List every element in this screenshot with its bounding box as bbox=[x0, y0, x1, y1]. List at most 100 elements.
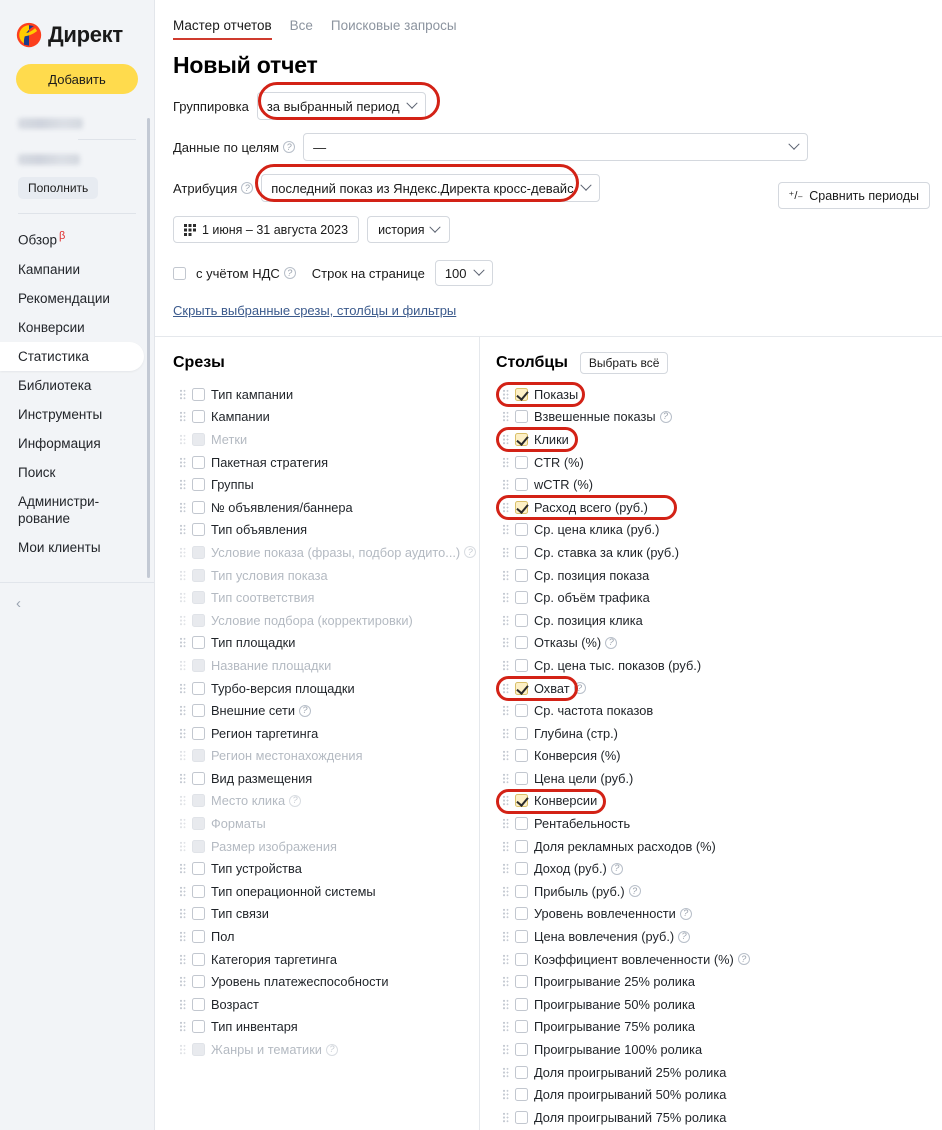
column-checkbox[interactable] bbox=[515, 523, 528, 537]
select-all-button[interactable]: Выбрать всё bbox=[579, 352, 669, 374]
drag-handle-icon[interactable] bbox=[179, 501, 186, 513]
column-item[interactable]: Цена вовлечения (руб.)? bbox=[496, 925, 942, 948]
slice-item[interactable]: Тип операционной системы bbox=[173, 880, 479, 903]
column-checkbox[interactable] bbox=[515, 681, 528, 695]
slice-item[interactable]: Возраст bbox=[173, 993, 479, 1016]
column-checkbox[interactable] bbox=[515, 749, 528, 763]
column-item[interactable]: Ср. позиция показа bbox=[496, 564, 942, 587]
column-item[interactable]: Ср. цена клика (руб.) bbox=[496, 519, 942, 542]
drag-handle-icon[interactable] bbox=[179, 931, 186, 943]
column-item[interactable]: Глубина (стр.) bbox=[496, 722, 942, 745]
column-item[interactable]: Проигрывание 25% ролика bbox=[496, 970, 942, 993]
slice-checkbox[interactable] bbox=[192, 907, 205, 921]
help-icon[interactable]: ? bbox=[679, 907, 692, 920]
column-checkbox[interactable] bbox=[515, 1043, 528, 1057]
column-item[interactable]: Цена цели (руб.) bbox=[496, 767, 942, 790]
vat-checkbox[interactable] bbox=[173, 266, 186, 280]
column-checkbox[interactable] bbox=[515, 432, 528, 446]
slice-checkbox[interactable] bbox=[192, 478, 205, 492]
drag-handle-icon[interactable] bbox=[502, 998, 509, 1010]
column-item[interactable]: Доход (руб.)? bbox=[496, 857, 942, 880]
drag-handle-icon[interactable] bbox=[502, 1021, 509, 1033]
sidebar-item-5[interactable]: Библиотека bbox=[0, 371, 154, 400]
slice-item[interactable]: Тип связи bbox=[173, 903, 479, 926]
column-item[interactable]: Проигрывание 75% ролика bbox=[496, 1016, 942, 1039]
slice-checkbox[interactable] bbox=[192, 636, 205, 650]
rows-per-page-select[interactable]: 100 bbox=[434, 260, 493, 286]
slice-item[interactable]: № объявления/баннера bbox=[173, 496, 479, 519]
drag-handle-icon[interactable] bbox=[502, 953, 509, 965]
column-checkbox[interactable] bbox=[515, 410, 528, 424]
drag-handle-icon[interactable] bbox=[179, 524, 186, 536]
drag-handle-icon[interactable] bbox=[502, 908, 509, 920]
column-item[interactable]: Клики bbox=[496, 427, 942, 453]
drag-handle-icon[interactable] bbox=[179, 885, 186, 897]
column-checkbox[interactable] bbox=[515, 545, 528, 559]
column-item[interactable]: Ср. позиция клика bbox=[496, 609, 942, 632]
column-checkbox[interactable] bbox=[515, 726, 528, 740]
drag-handle-icon[interactable] bbox=[502, 818, 509, 830]
column-checkbox[interactable] bbox=[515, 387, 528, 401]
sidebar-item-0[interactable]: Обзор β bbox=[0, 222, 154, 255]
column-checkbox[interactable] bbox=[515, 839, 528, 853]
drag-handle-icon[interactable] bbox=[502, 976, 509, 988]
drag-handle-icon[interactable] bbox=[502, 524, 509, 536]
slice-item[interactable]: Тип объявления bbox=[173, 519, 479, 542]
column-item[interactable]: Расход всего (руб.) bbox=[496, 494, 942, 520]
drag-handle-icon[interactable] bbox=[502, 885, 509, 897]
drag-handle-icon[interactable] bbox=[502, 795, 509, 807]
help-icon[interactable]: ? bbox=[605, 636, 618, 649]
column-checkbox[interactable] bbox=[515, 636, 528, 650]
sidebar-item-8[interactable]: Поиск bbox=[0, 458, 154, 487]
slice-item[interactable]: Тип кампании bbox=[173, 383, 479, 406]
drag-handle-icon[interactable] bbox=[179, 976, 186, 988]
column-item[interactable]: Уровень вовлеченности? bbox=[496, 903, 942, 926]
drag-handle-icon[interactable] bbox=[502, 705, 509, 717]
help-icon[interactable]: ? bbox=[678, 930, 691, 943]
column-item[interactable]: Доля проигрываний 25% ролика bbox=[496, 1061, 942, 1084]
column-item[interactable]: CTR (%) bbox=[496, 451, 942, 474]
column-item[interactable]: Проигрывание 100% ролика bbox=[496, 1038, 942, 1061]
drag-handle-icon[interactable] bbox=[502, 1044, 509, 1056]
column-checkbox[interactable] bbox=[515, 704, 528, 718]
drag-handle-icon[interactable] bbox=[179, 411, 186, 423]
slice-checkbox[interactable] bbox=[192, 997, 205, 1011]
sidebar-item-9[interactable]: Администри- рование bbox=[0, 487, 154, 533]
slice-checkbox[interactable] bbox=[192, 862, 205, 876]
slice-item[interactable]: Регион таргетинга bbox=[173, 722, 479, 745]
column-item[interactable]: Конверсия (%) bbox=[496, 745, 942, 768]
column-item[interactable]: wCTR (%) bbox=[496, 473, 942, 496]
column-checkbox[interactable] bbox=[515, 975, 528, 989]
slice-item[interactable]: Внешние сети? bbox=[173, 699, 479, 722]
compare-periods-button[interactable]: ⁺/₋ Сравнить периоды bbox=[777, 182, 930, 209]
slice-item[interactable]: Тип инвентаря bbox=[173, 1016, 479, 1039]
drag-handle-icon[interactable] bbox=[179, 908, 186, 920]
slice-checkbox[interactable] bbox=[192, 523, 205, 537]
column-checkbox[interactable] bbox=[515, 1065, 528, 1079]
column-checkbox[interactable] bbox=[515, 1020, 528, 1034]
drag-handle-icon[interactable] bbox=[179, 682, 186, 694]
tab-0[interactable]: Мастер отчетов bbox=[173, 18, 272, 40]
column-item[interactable]: Охват? bbox=[496, 675, 942, 701]
column-item[interactable]: Ср. объём трафика bbox=[496, 586, 942, 609]
drag-handle-icon[interactable] bbox=[502, 637, 509, 649]
sidebar-scrollbar[interactable] bbox=[147, 118, 150, 578]
column-checkbox[interactable] bbox=[515, 613, 528, 627]
sidebar-item-3[interactable]: Конверсии bbox=[0, 313, 154, 342]
slice-checkbox[interactable] bbox=[192, 455, 205, 469]
help-icon[interactable]: ? bbox=[283, 267, 296, 279]
slice-item[interactable]: Пол bbox=[173, 925, 479, 948]
column-item[interactable]: Ср. цена тыс. показов (руб.) bbox=[496, 654, 942, 677]
drag-handle-icon[interactable] bbox=[179, 953, 186, 965]
drag-handle-icon[interactable] bbox=[502, 592, 509, 604]
column-checkbox[interactable] bbox=[515, 568, 528, 582]
column-checkbox[interactable] bbox=[515, 907, 528, 921]
slice-item[interactable]: Тип устройства bbox=[173, 857, 479, 880]
attribution-select[interactable]: последний показ из Яндекс.Директа кросс-… bbox=[261, 174, 600, 202]
drag-handle-icon[interactable] bbox=[502, 840, 509, 852]
drag-handle-icon[interactable] bbox=[502, 863, 509, 875]
drag-handle-icon[interactable] bbox=[502, 569, 509, 581]
column-item[interactable]: Доля проигрываний 75% ролика bbox=[496, 1106, 942, 1129]
slice-checkbox[interactable] bbox=[192, 952, 205, 966]
slice-item[interactable]: Уровень платежеспособности bbox=[173, 970, 479, 993]
